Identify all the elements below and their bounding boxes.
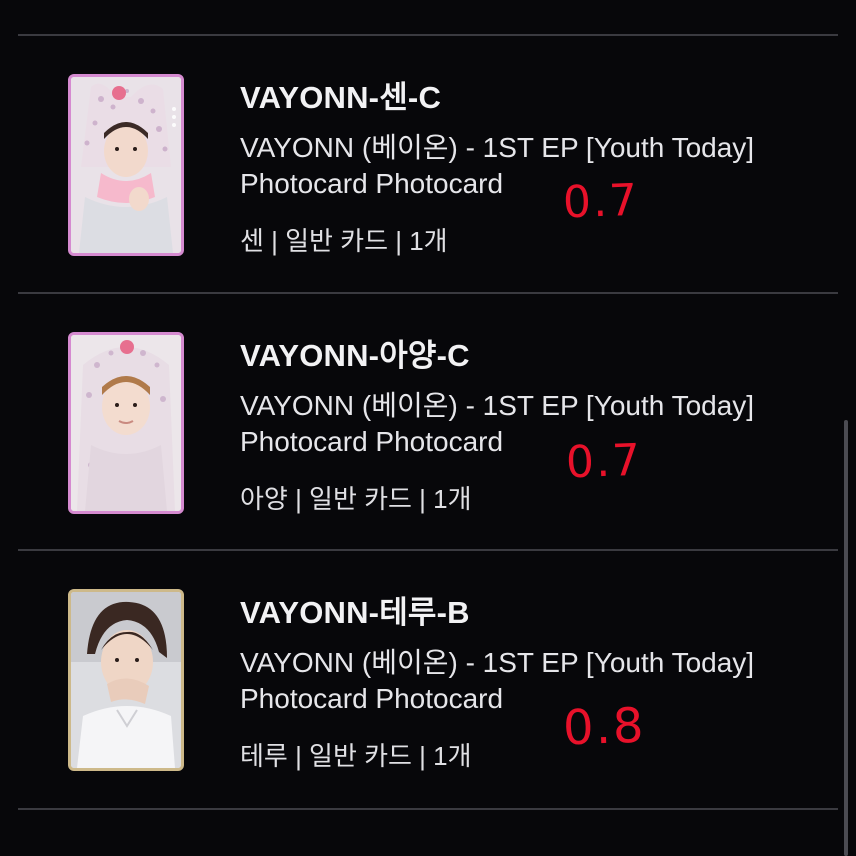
handwritten-price: 0.7 [565,434,643,489]
item-meta: 아양 | 일반 카드 | 1개 [240,484,472,514]
photocard-thumbnail[interactable] [68,74,184,256]
list-item[interactable]: VAYONN-센-C VAYONN (베이온) - 1ST EP [Youth … [0,36,856,292]
photocard-member-portrait-icon [71,592,181,768]
item-album-name: VAYONN (베이온) - 1ST EP [Youth Today] [240,647,755,678]
item-album-name: VAYONN (베이온) - 1ST EP [Youth Today] [240,390,755,421]
item-title[interactable]: VAYONN-테루-B [240,587,470,632]
handwritten-price: 0.8 [562,697,647,757]
photocard-hooded-member-icon [71,77,181,253]
item-type: Photocard Photocard [240,168,504,199]
item-type: Photocard Photocard [240,683,504,714]
item-type: Photocard Photocard [240,426,504,457]
scrollbar[interactable] [844,420,848,856]
item-album-name: VAYONN (베이온) - 1ST EP [Youth Today] [240,132,755,163]
list-item[interactable]: VAYONN-테루-B VAYONN (베이온) - 1ST EP [Youth… [0,551,856,807]
item-title[interactable]: VAYONN-센-C [240,72,441,117]
photocard-list: VAYONN-센-C VAYONN (베이온) - 1ST EP [Youth … [0,0,856,856]
item-meta: 센 | 일반 카드 | 1개 [240,226,448,256]
photocard-thumbnail[interactable] [68,332,184,514]
list-divider [18,808,838,810]
item-title[interactable]: VAYONN-아양-C [240,330,470,375]
list-item[interactable]: VAYONN-아양-C VAYONN (베이온) - 1ST EP [Youth… [0,294,856,550]
photocard-thumbnail[interactable] [68,589,184,771]
photocard-hooded-member-icon [71,335,181,511]
handwritten-price: 0.7 [562,174,640,229]
item-meta: 테루 | 일반 카드 | 1개 [240,741,472,771]
